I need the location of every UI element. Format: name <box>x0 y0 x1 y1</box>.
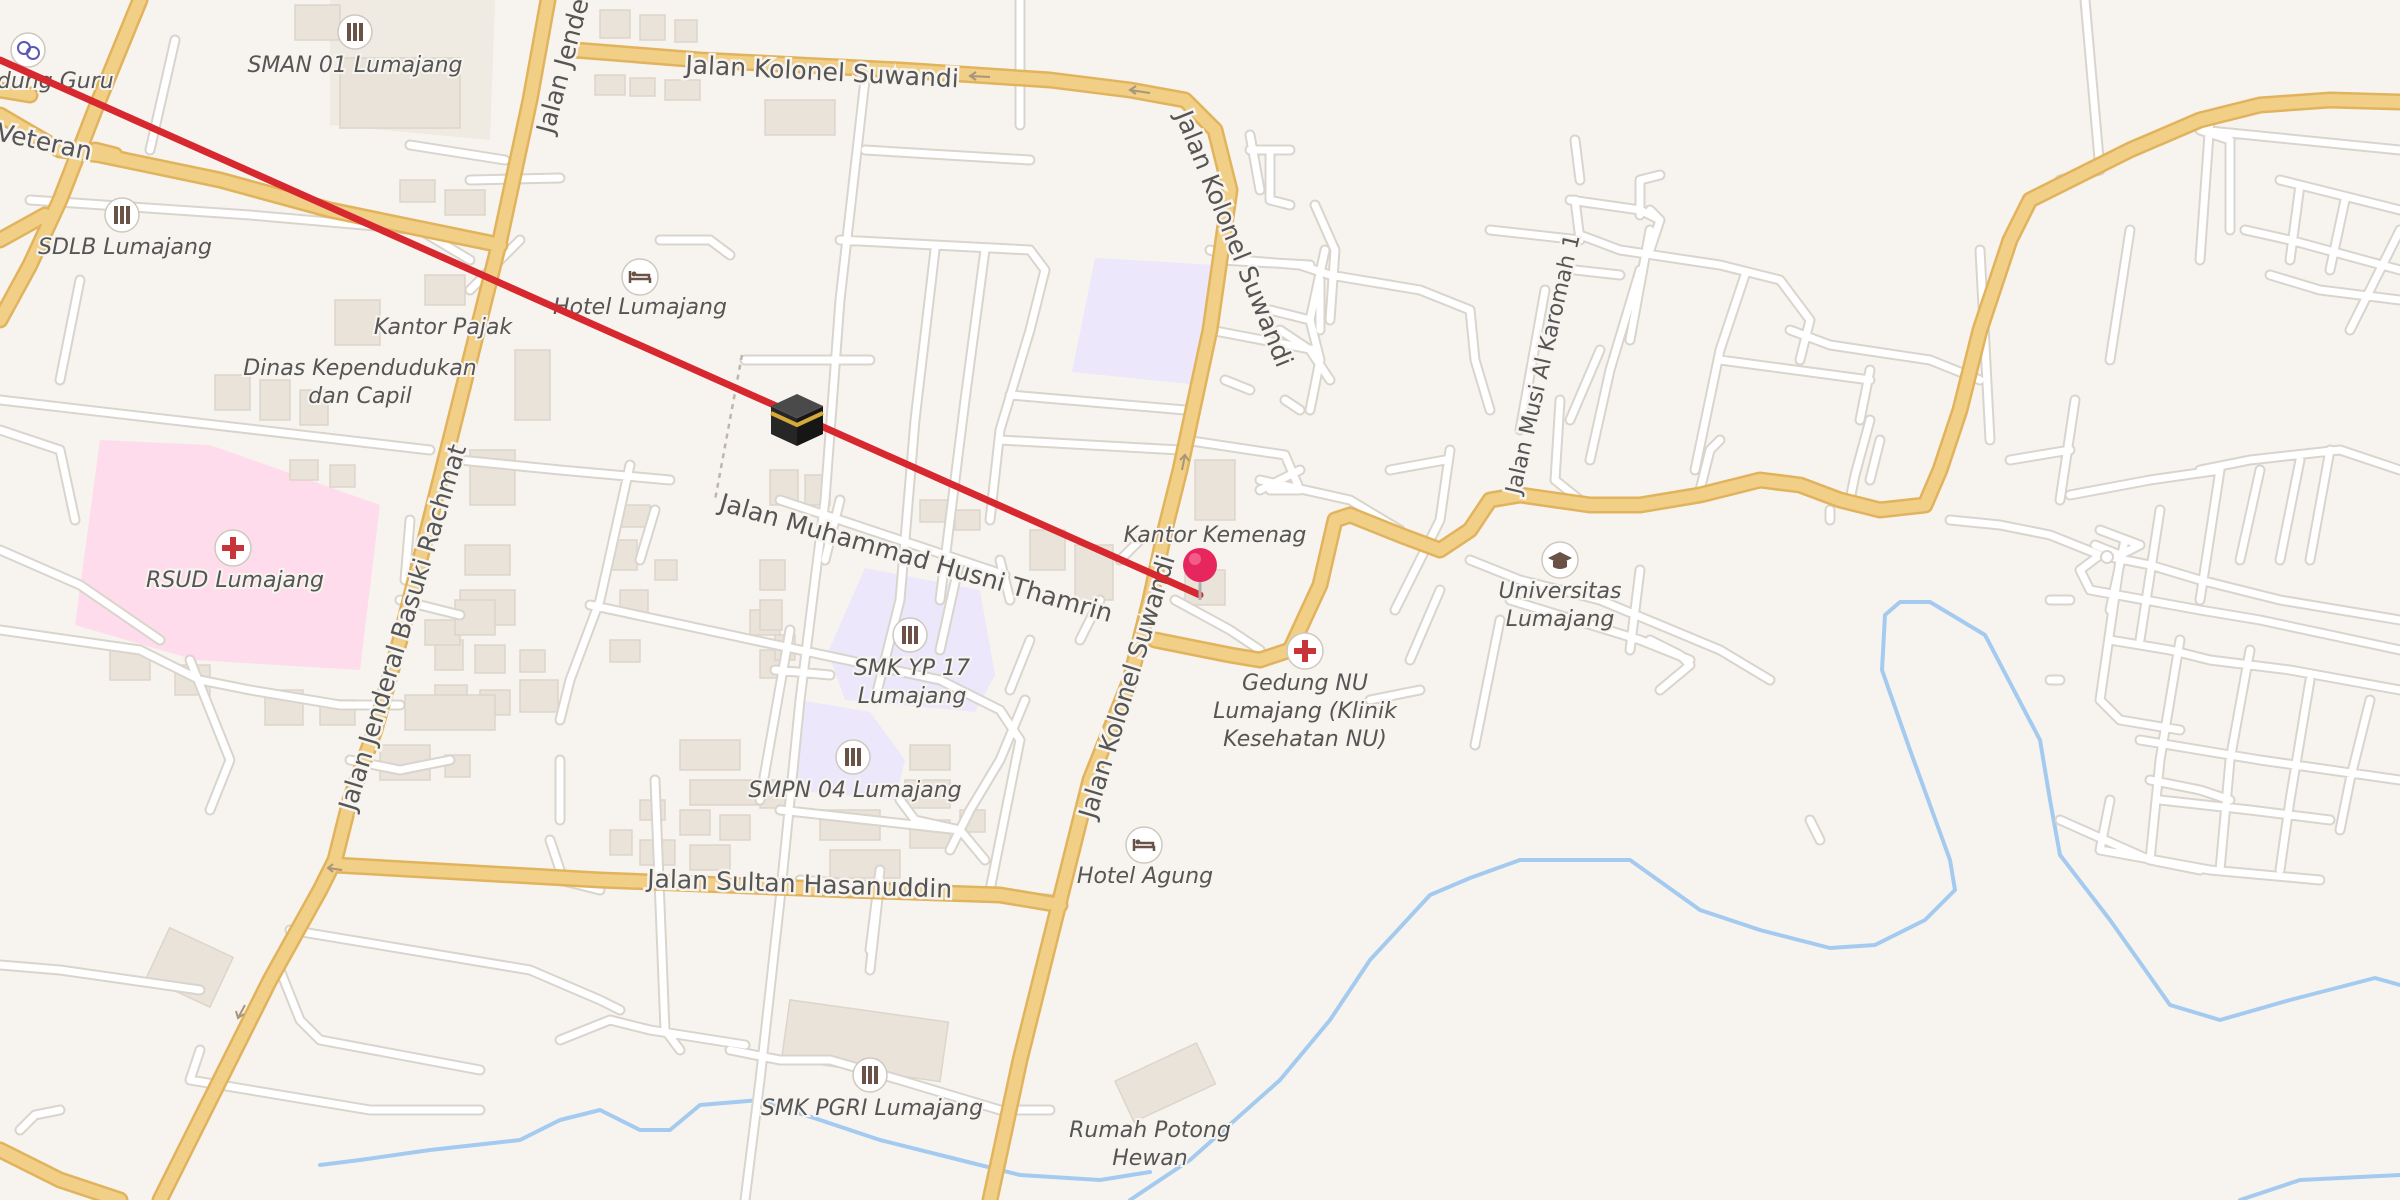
poi-label-rsud: RSUD Lumajang <box>146 568 324 593</box>
poi-label-kantor-kemenag: Kantor Kemenag <box>1124 523 1307 548</box>
poi-label-smk-pgri: SMK PGRI Lumajang <box>761 1096 983 1121</box>
hospital-cross-icon[interactable] <box>214 529 252 567</box>
theatre-masks-icon[interactable] <box>10 32 46 68</box>
poi-label-gedung-nu-line3: Kesehatan NU) <box>1223 727 1387 752</box>
school-icon[interactable] <box>835 739 871 775</box>
poi-label-gedung-nu-line2: Lumajang (Klinik <box>1213 699 1398 724</box>
poi-label-smk-yp17-line1: SMK YP 17 <box>854 656 970 681</box>
graduation-cap-icon[interactable] <box>1541 541 1579 579</box>
poi-label-dinas-line2: dan Capil <box>308 384 411 409</box>
school-icon[interactable] <box>337 14 373 50</box>
poi-label-smpn04: SMPN 04 Lumajang <box>748 778 961 803</box>
school-icon[interactable] <box>104 197 140 233</box>
map-canvas[interactable]: Jalan Kolonel Suwandi Jalan Kolonel Suwa… <box>0 0 2400 1200</box>
poi-label-universitas-line1: Universitas <box>1499 579 1622 604</box>
poi-label-gedung-guru: Gedung Guru <box>0 69 114 94</box>
poi-label-sman01: SMAN 01 Lumajang <box>247 53 462 78</box>
poi-label-smk-yp17-line2: Lumajang <box>858 684 967 709</box>
poi-label-rumah-potong-line1: Rumah Potong <box>1069 1118 1231 1143</box>
poi-label-hotel-agung: Hotel Agung <box>1077 864 1213 889</box>
poi-label-gedung-nu-line1: Gedung NU <box>1242 671 1368 696</box>
poi-label-kantor-pajak: Kantor Pajak <box>374 315 514 340</box>
poi-label-universitas-line2: Lumajang <box>1506 607 1615 632</box>
school-icon[interactable] <box>892 617 928 653</box>
school-area-kemenag <box>1072 258 1215 385</box>
roundabout <box>2100 550 2114 564</box>
poi-label-rumah-potong-line2: Hewan <box>1112 1146 1188 1171</box>
hospital-cross-icon[interactable] <box>1286 632 1324 670</box>
hotel-icon[interactable] <box>621 258 659 296</box>
school-icon[interactable] <box>852 1057 888 1093</box>
poi-label-dinas-line1: Dinas Kependudukan <box>243 356 477 381</box>
poi-label-sdlb: SDLB Lumajang <box>38 235 212 260</box>
hotel-icon[interactable] <box>1125 826 1163 864</box>
